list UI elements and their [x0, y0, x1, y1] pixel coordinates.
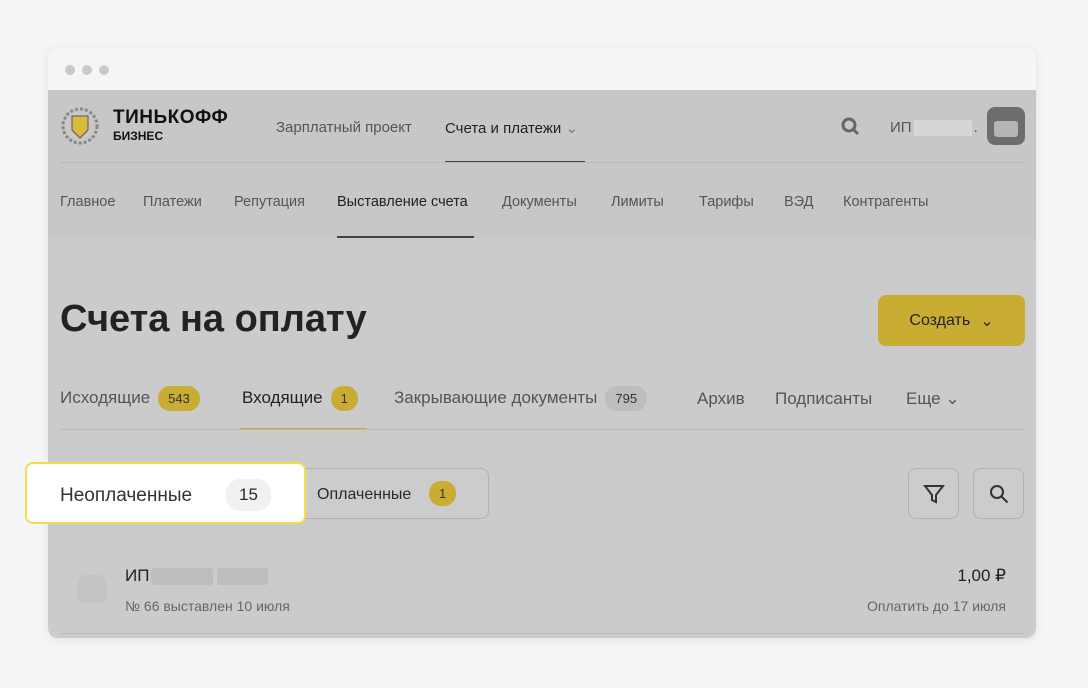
invoice-name: ИП: [125, 566, 269, 586]
user-prefix: ИП: [890, 119, 912, 136]
user-suffix: .: [973, 119, 978, 136]
topnav-salary[interactable]: Зарплатный проект: [276, 119, 412, 136]
window-dot: [99, 65, 109, 75]
create-button[interactable]: Создать ⌄: [878, 295, 1025, 346]
subnav-limits[interactable]: Лимиты: [611, 194, 664, 210]
tab-closing-docs[interactable]: Закрывающие документы 795: [394, 386, 648, 411]
count-badge: 795: [605, 386, 648, 411]
filter-button[interactable]: [908, 468, 959, 519]
logo-subtext: БИЗНЕС: [113, 129, 164, 143]
subnav-invoicing[interactable]: Выставление счета: [337, 194, 468, 210]
invoice-subtitle: № 66 выставлен 10 июля: [125, 598, 290, 614]
topnav-accounts-label: Счета и платежи: [445, 120, 562, 137]
tab-label: Закрывающие документы: [394, 387, 598, 407]
tab-archive[interactable]: Архив: [697, 389, 745, 409]
invoice-due: Оплатить до 17 июля: [866, 598, 1006, 614]
create-label: Создать: [909, 311, 971, 329]
chevron-down-icon: ⌄: [565, 120, 579, 137]
header: ТИНЬКОФФ БИЗНЕС Зарплатный проект Счета …: [48, 90, 1036, 238]
subnav-main[interactable]: Главное: [60, 194, 115, 210]
filter-label: Оплаченные: [317, 486, 412, 503]
chevron-down-icon: ⌄: [945, 389, 960, 408]
filter-unpaid[interactable]: Неоплаченные 15: [25, 462, 306, 524]
subnav-ved[interactable]: ВЭД: [784, 194, 813, 210]
page-title: Счета на оплату: [60, 298, 367, 340]
subnav-payments[interactable]: Платежи: [143, 194, 202, 210]
logo-emblem-icon: [61, 107, 99, 145]
title-bar: [48, 48, 1036, 90]
subnav-tariffs[interactable]: Тарифы: [699, 194, 754, 210]
search-button[interactable]: [973, 468, 1024, 519]
tab-signers[interactable]: Подписанты: [775, 389, 872, 409]
invoice-name-prefix: ИП: [125, 566, 150, 585]
user-name[interactable]: ИП.: [890, 119, 978, 137]
topnav-accounts[interactable]: Счета и платежи ⌄: [445, 119, 578, 137]
tab-more[interactable]: Еще ⌄: [906, 389, 960, 409]
tab-incoming[interactable]: Входящие 1: [242, 386, 358, 411]
window-dot: [65, 65, 75, 75]
count-badge: 1: [429, 481, 457, 506]
tab-label: Исходящие: [60, 387, 151, 407]
tab-outgoing[interactable]: Исходящие 543: [60, 386, 200, 411]
filter-label: Неоплаченные: [60, 485, 193, 506]
logo-text[interactable]: ТИНЬКОФФ: [113, 107, 228, 129]
window-dot: [82, 65, 92, 75]
avatar[interactable]: [987, 107, 1025, 145]
filter-icon: [922, 485, 946, 504]
count-badge: 1: [330, 386, 358, 411]
search-icon[interactable]: [840, 116, 862, 138]
count-badge: 543: [158, 386, 200, 411]
invoice-checkbox[interactable]: [78, 575, 106, 603]
search-icon: [990, 485, 1009, 504]
tab-label: Входящие: [242, 387, 323, 407]
subnav-reputation[interactable]: Репутация: [234, 194, 305, 210]
tab-label: Еще: [906, 389, 941, 408]
subnav-contractors[interactable]: Контрагенты: [843, 194, 928, 210]
count-badge: 15: [226, 479, 271, 511]
invoice-amount: 1,00 ₽: [957, 566, 1006, 585]
subnav-documents[interactable]: Документы: [502, 194, 577, 210]
chevron-down-icon: ⌄: [980, 312, 994, 330]
